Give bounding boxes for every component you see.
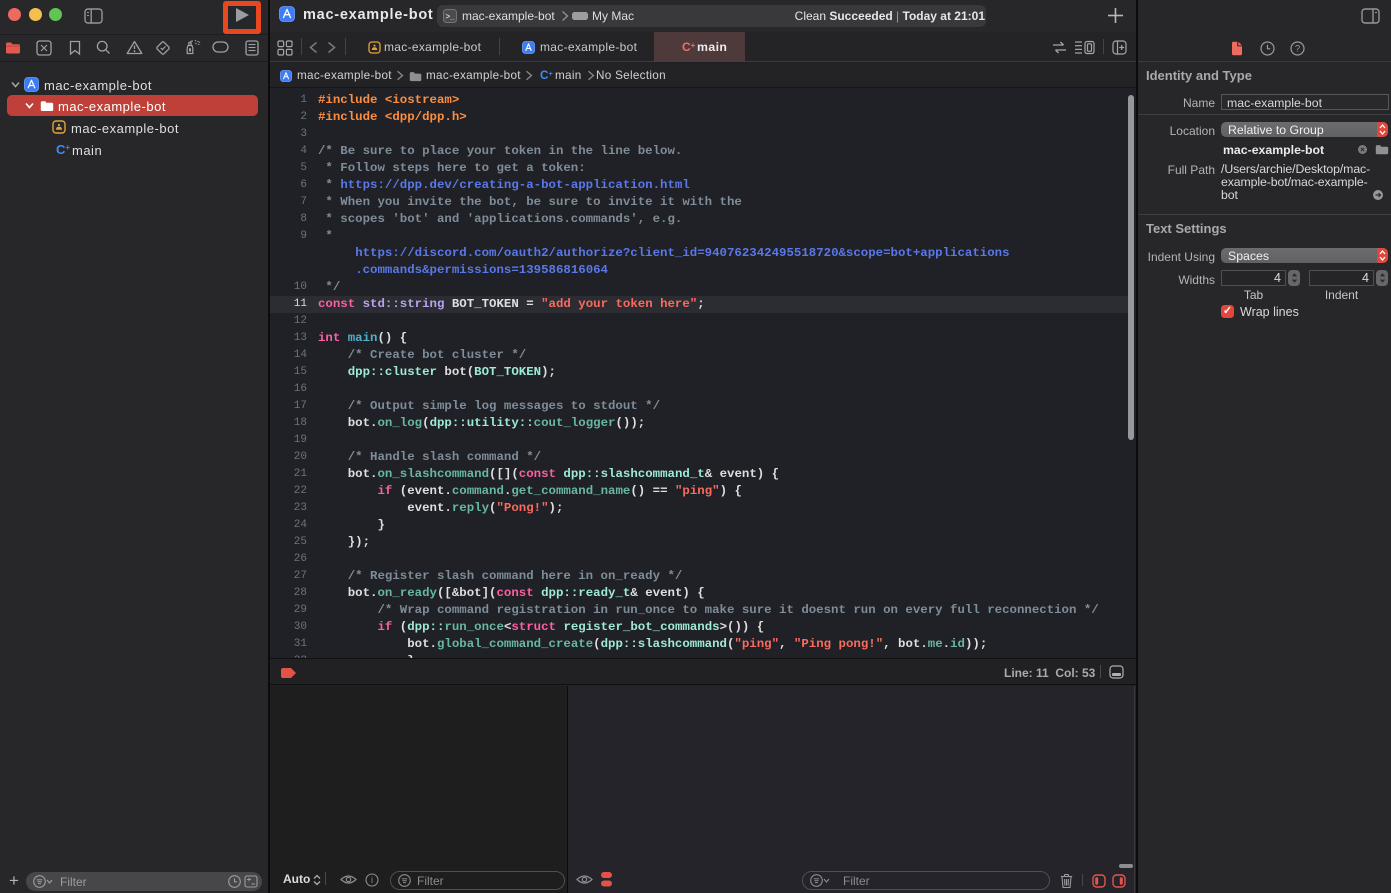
svg-text:i: i — [371, 875, 373, 885]
svg-text:?: ? — [1295, 44, 1300, 55]
